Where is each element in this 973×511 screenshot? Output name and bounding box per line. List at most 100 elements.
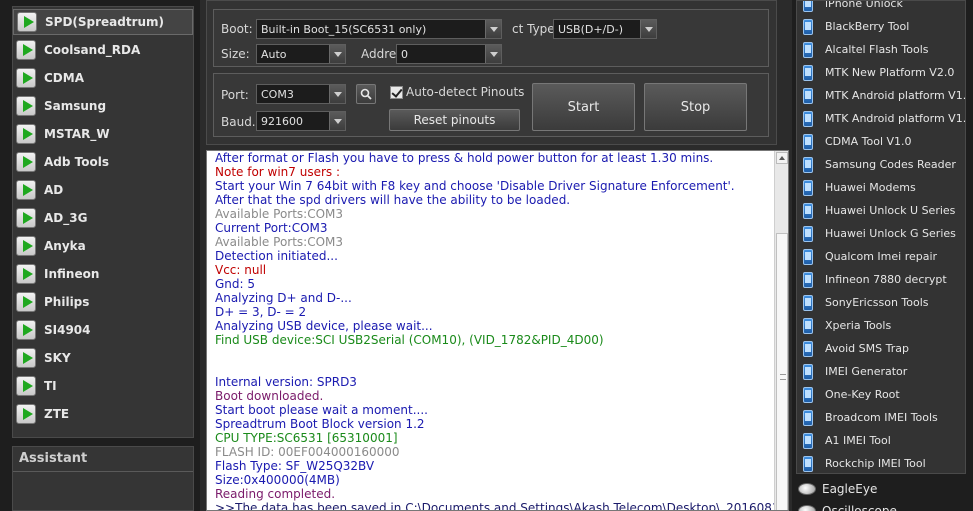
- platform-item[interactable]: Infineon: [13, 261, 193, 287]
- extra-tool-item[interactable]: EagleEye: [796, 478, 966, 500]
- tool-item-label: Xperia Tools: [825, 319, 892, 332]
- tool-item[interactable]: Infineon 7880 decrypt: [797, 268, 965, 291]
- log-line: Find USB device:SCI USB2Serial (COM10), …: [215, 333, 604, 347]
- platform-item[interactable]: AD_3G: [13, 205, 193, 231]
- tool-item[interactable]: Rockchip IMEI Tool: [797, 452, 965, 473]
- tool-item[interactable]: SonyEricsson Tools: [797, 291, 965, 314]
- address-select[interactable]: 0: [396, 44, 502, 64]
- tool-item[interactable]: Samsung Codes Reader: [797, 153, 965, 176]
- log-line: Flash Type: SF_W25Q32BV: [215, 459, 375, 473]
- log-line: Spreadtrum Boot Block version 1.2: [215, 417, 425, 431]
- tool-item[interactable]: MTK New Platform V2.0: [797, 61, 965, 84]
- tool-item-label: Qualcom Imei repair: [825, 250, 938, 263]
- stop-button[interactable]: Stop: [644, 83, 747, 131]
- tool-item[interactable]: Huawei Modems: [797, 176, 965, 199]
- assistant-label: Assistant: [19, 451, 88, 466]
- tool-item[interactable]: Xperia Tools: [797, 314, 965, 337]
- platform-item[interactable]: Anyka: [13, 233, 193, 259]
- play-icon: [16, 404, 36, 424]
- start-button[interactable]: Start: [532, 83, 635, 131]
- boot-select[interactable]: Built-in Boot_15(SC6531 only): [256, 19, 502, 39]
- eye-icon: [798, 483, 816, 495]
- connect-type-label: ct Type:: [512, 22, 559, 36]
- port-label: Port:: [221, 88, 249, 102]
- tool-item-label: Avoid SMS Trap: [825, 342, 909, 355]
- phone-icon: [803, 179, 813, 196]
- platform-item[interactable]: Coolsand_RDA: [13, 37, 193, 63]
- log-scrollbar[interactable]: [774, 151, 788, 510]
- play-icon: [16, 68, 36, 88]
- tool-item[interactable]: A1 IMEI Tool: [797, 429, 965, 452]
- tool-item[interactable]: Huawei Unlock U Series: [797, 199, 965, 222]
- reset-pinouts-button[interactable]: Reset pinouts: [389, 109, 520, 131]
- platform-item[interactable]: AD: [13, 177, 193, 203]
- tool-item[interactable]: One-Key Root: [797, 383, 965, 406]
- platform-item-label: Infineon: [44, 267, 100, 281]
- platform-item-label: SKY: [44, 351, 71, 365]
- platform-item[interactable]: Samsung: [13, 93, 193, 119]
- platform-item[interactable]: Adb Tools: [13, 149, 193, 175]
- search-port-button[interactable]: [356, 84, 376, 104]
- tool-item-label: Huawei Unlock G Series: [825, 227, 956, 240]
- platform-item[interactable]: SKY: [13, 345, 193, 371]
- tool-item[interactable]: Huawei Unlock G Series: [797, 222, 965, 245]
- log-output[interactable]: After format or Flash you have to press …: [206, 150, 789, 511]
- tool-item[interactable]: Alcaltel Flash Tools: [797, 38, 965, 61]
- auto-detect-label: Auto-detect Pinouts: [406, 85, 525, 99]
- phone-icon: [803, 64, 813, 81]
- phone-icon: [803, 87, 813, 104]
- scroll-thumb[interactable]: [776, 233, 788, 510]
- log-line: D+ = 3, D- = 2: [215, 305, 307, 319]
- tool-item[interactable]: iPhone Unlock: [797, 1, 965, 15]
- scroll-up-icon[interactable]: [776, 152, 788, 164]
- log-line: CPU TYPE:SC6531 [65310001]: [215, 431, 398, 445]
- connect-type-value: USB(D+/D-): [558, 23, 623, 36]
- tool-item[interactable]: MTK Android platform V1.04: [797, 84, 965, 107]
- tool-item[interactable]: MTK Android platform V1.12: [797, 107, 965, 130]
- platform-item-label: AD_3G: [44, 211, 88, 225]
- phone-icon: [803, 455, 813, 472]
- eye-icon: [798, 505, 816, 511]
- phone-icon: [803, 294, 813, 311]
- right-panel: iPhone Unlock BlackBerry Tool Alcaltel Fla…: [792, 0, 973, 511]
- phone-icon: [803, 409, 813, 426]
- log-line: Analyzing D+ and D-...: [215, 291, 352, 305]
- tool-item[interactable]: Broadcom IMEI Tools: [797, 406, 965, 429]
- tool-item-label: Alcaltel Flash Tools: [825, 43, 929, 56]
- play-icon: [16, 348, 36, 368]
- extra-tool-label: Oscilloscope: [822, 504, 897, 511]
- platform-item[interactable]: Philips: [13, 289, 193, 315]
- tool-item[interactable]: CDMA Tool V1.0: [797, 130, 965, 153]
- tool-item[interactable]: Avoid SMS Trap: [797, 337, 965, 360]
- tool-item[interactable]: Qualcom Imei repair: [797, 245, 965, 268]
- phone-icon: [803, 110, 813, 127]
- baud-select[interactable]: 921600: [256, 111, 346, 131]
- play-icon: [16, 264, 36, 284]
- platform-item-label: Adb Tools: [44, 155, 109, 169]
- size-select[interactable]: Auto: [256, 44, 346, 64]
- log-line: Boot downloaded.: [215, 389, 324, 403]
- platform-item[interactable]: ZTE: [13, 401, 193, 427]
- platform-item[interactable]: SI4904: [13, 317, 193, 343]
- auto-detect-checkbox[interactable]: [390, 86, 403, 99]
- platform-item[interactable]: MSTAR_W: [13, 121, 193, 147]
- platform-item-label: Anyka: [44, 239, 86, 253]
- connect-type-select[interactable]: USB(D+/D-): [553, 19, 657, 39]
- tool-item[interactable]: IMEI Generator: [797, 360, 965, 383]
- tool-item-label: Huawei Unlock U Series: [825, 204, 956, 217]
- assistant-panel[interactable]: Assistant: [12, 446, 194, 511]
- platform-item[interactable]: CDMA: [13, 65, 193, 91]
- tool-item[interactable]: BlackBerry Tool: [797, 15, 965, 38]
- platform-item[interactable]: TI: [13, 373, 193, 399]
- phone-icon: [803, 133, 813, 150]
- boot-settings-group: Boot: Built-in Boot_15(SC6531 only) ct T…: [213, 9, 769, 67]
- log-line: After format or Flash you have to press …: [215, 151, 714, 165]
- platform-item[interactable]: SPD(Spreadtrum): [13, 9, 193, 35]
- phone-icon: [803, 41, 813, 58]
- extra-tool-item[interactable]: Oscilloscope: [796, 500, 966, 511]
- port-select[interactable]: COM3: [256, 84, 346, 104]
- tool-item-label: Rockchip IMEI Tool: [825, 457, 926, 470]
- tool-item-label: SonyEricsson Tools: [825, 296, 929, 309]
- play-icon: [16, 292, 36, 312]
- log-line: Start boot please wait a moment....: [215, 403, 428, 417]
